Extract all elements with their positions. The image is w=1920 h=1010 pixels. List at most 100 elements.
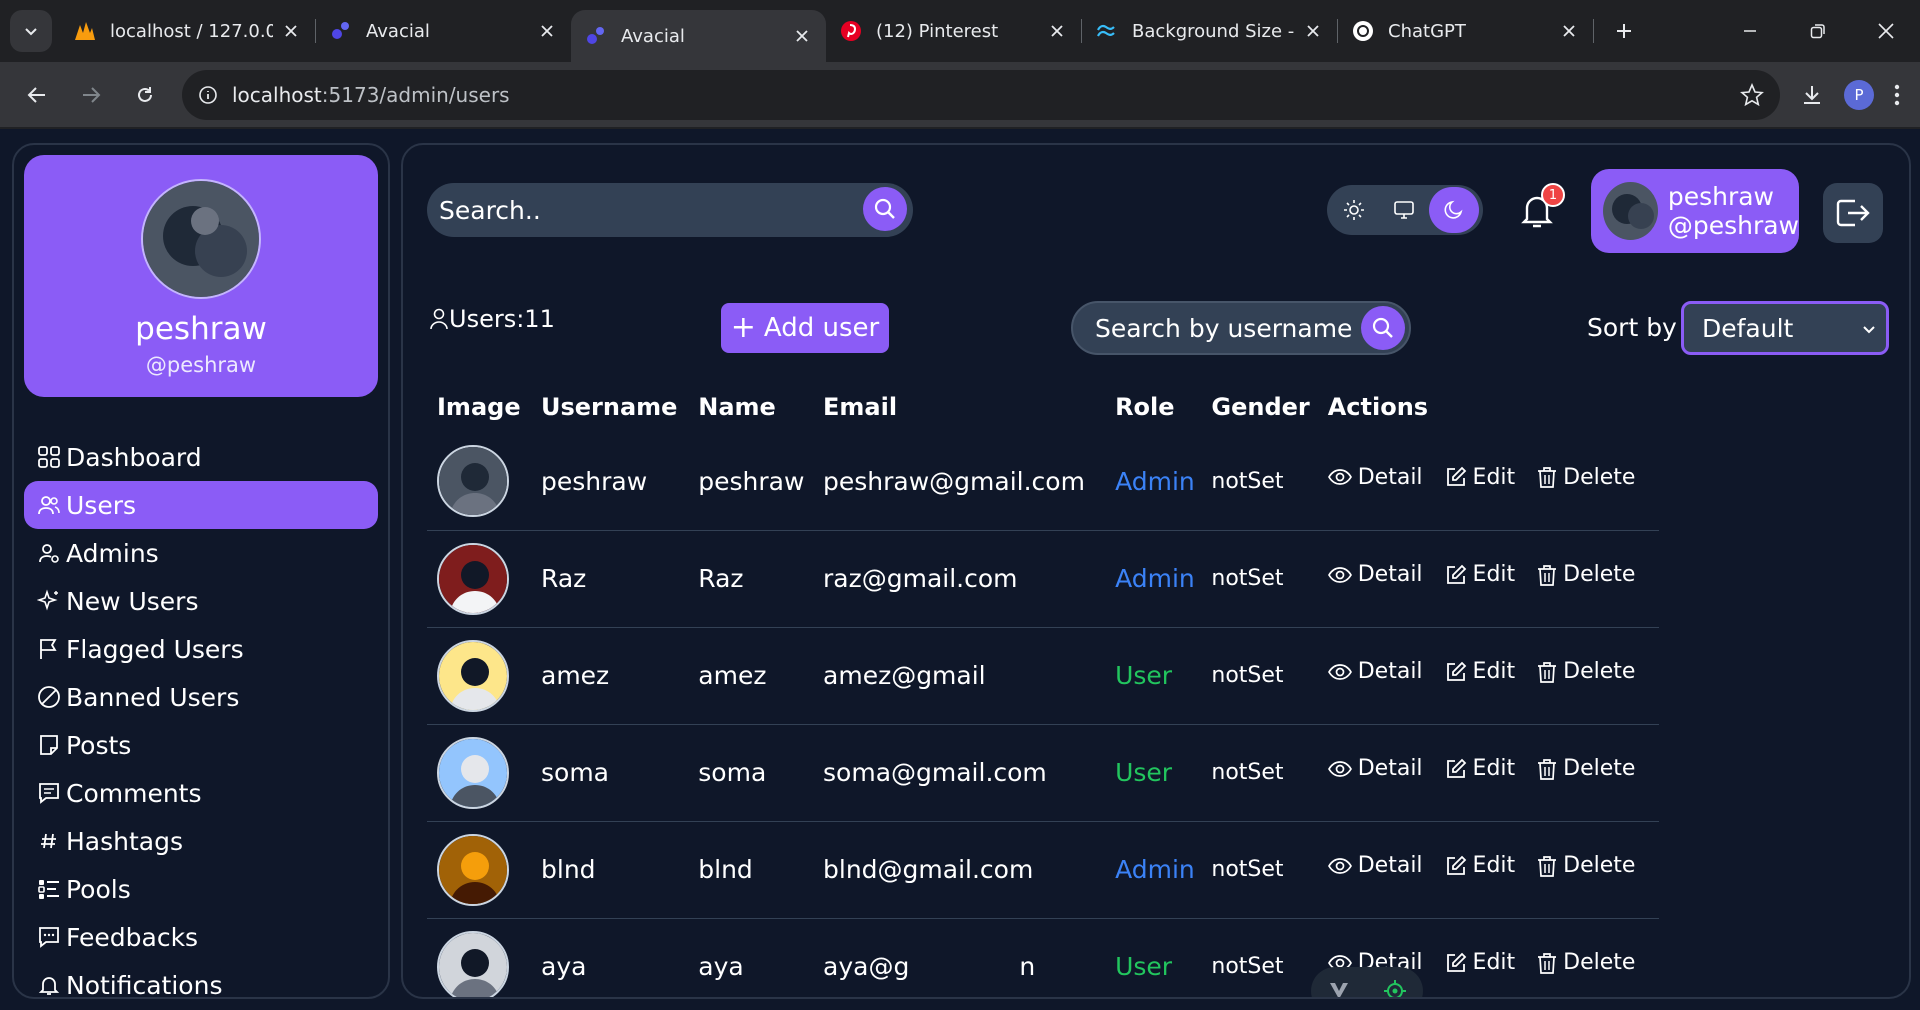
detail-button[interactable]: Detail (1327, 465, 1423, 490)
admins-icon (36, 540, 62, 566)
sidebar-item-users[interactable]: Users (24, 481, 378, 529)
reload-icon (138, 86, 152, 102)
name-cell: soma (688, 724, 814, 822)
sidebar-item-flagged-users[interactable]: Flagged Users (24, 625, 378, 673)
bookmark-star-icon[interactable] (1740, 82, 1764, 107)
reload-button[interactable] (122, 72, 168, 118)
sidebar-item-hashtags[interactable]: Hashtags (24, 817, 378, 865)
edit-icon (1446, 661, 1466, 681)
edit-button[interactable]: Edit (1445, 659, 1516, 684)
address-bar[interactable]: localhost:5173/admin/users (182, 69, 1780, 120)
close-icon[interactable] (281, 21, 301, 41)
sidebar-item-posts[interactable]: Posts (24, 721, 378, 769)
delete-label: Delete (1563, 562, 1636, 587)
light-theme-button[interactable] (1329, 187, 1379, 233)
sidebar-item-label: Feedbacks (66, 922, 199, 952)
edit-button[interactable]: Edit (1445, 756, 1516, 781)
browser-tab[interactable]: Avacial (316, 0, 571, 62)
name-cell: peshraw (688, 433, 814, 531)
tab-title: ChatGPT (1388, 20, 1466, 42)
search-icon (1372, 317, 1393, 338)
edit-button[interactable]: Edit (1445, 562, 1515, 587)
phpmyadmin-icon (74, 20, 96, 42)
header-search-button[interactable] (863, 187, 907, 231)
back-button[interactable] (14, 72, 60, 118)
inspect-target-icon[interactable] (1383, 979, 1407, 999)
username-search-button[interactable] (1361, 306, 1405, 350)
email-text: blnd@gmail.com (823, 855, 1034, 884)
sidebar-item-comments[interactable]: Comments (24, 769, 378, 817)
system-theme-button[interactable] (1379, 187, 1429, 233)
arrow-left-icon (27, 86, 45, 103)
close-icon[interactable] (1303, 21, 1323, 41)
restore-button[interactable] (1784, 0, 1852, 62)
tab-separator (1593, 19, 1594, 43)
edit-button[interactable]: Edit (1445, 465, 1515, 490)
browser-tab[interactable]: ChatGPT (1338, 0, 1593, 62)
avatar (437, 736, 509, 809)
trash-icon (1538, 467, 1557, 489)
dark-theme-button[interactable] (1429, 187, 1479, 233)
browser-tab[interactable]: (12) Pinterest (826, 0, 1081, 62)
browser-tab-active[interactable]: Avacial (571, 10, 826, 62)
add-user-button[interactable]: + Add user (721, 303, 889, 353)
tab-search-button[interactable] (10, 10, 52, 52)
sidebar-item-new-users[interactable]: New Users (24, 577, 378, 625)
ban-icon (36, 684, 62, 710)
edit-label: Edit (1472, 659, 1516, 684)
detail-button[interactable]: Detail (1327, 853, 1423, 878)
edit-label: Edit (1472, 756, 1516, 781)
sidebar-item-admins[interactable]: Admins (24, 529, 378, 577)
browser-tab[interactable]: Background Size - (1082, 0, 1337, 62)
delete-button[interactable]: Delete (1537, 756, 1635, 781)
delete-button[interactable]: Delete (1537, 853, 1635, 878)
vue-devtools-icon[interactable] (1328, 981, 1350, 999)
sidebar-item-feedbacks[interactable]: Feedbacks (24, 913, 378, 961)
sidebar-profile-card[interactable]: peshraw @peshraw (24, 155, 378, 397)
notifications-button[interactable]: 1 (1519, 183, 1565, 235)
username-search-placeholder: Search by username (1095, 313, 1353, 343)
close-icon[interactable] (1559, 21, 1579, 41)
username-search-input[interactable]: Search by username (1071, 301, 1411, 355)
close-icon[interactable] (1047, 21, 1067, 41)
eye-icon (1327, 760, 1352, 777)
sidebar-item-banned-users[interactable]: Banned Users (24, 673, 378, 721)
header-profile-chip[interactable]: peshraw @peshraw (1591, 169, 1799, 253)
user-image-cell (427, 530, 531, 628)
close-icon[interactable] (537, 21, 557, 41)
sidebar-item-pools[interactable]: Pools (24, 865, 378, 913)
edit-label: Edit (1472, 853, 1516, 878)
more-vert-icon[interactable] (1894, 84, 1900, 106)
sort-select[interactable]: Default (1681, 301, 1889, 355)
download-icon[interactable] (1800, 83, 1824, 107)
browser-tab[interactable]: localhost / 127.0.0 (60, 0, 315, 62)
delete-button[interactable]: Delete (1537, 465, 1635, 490)
email-cell: blnd@gmail.com (813, 821, 1106, 919)
tab-title: localhost / 127.0.0 (110, 20, 273, 42)
avatar (437, 833, 509, 906)
actions-cell: Detail Edit Delete (1317, 433, 1659, 531)
delete-button[interactable]: Delete (1537, 562, 1635, 587)
detail-button[interactable]: Detail (1327, 562, 1423, 587)
detail-button[interactable]: Detail (1327, 756, 1423, 781)
delete-button[interactable]: Delete (1537, 950, 1635, 975)
browser-profile-avatar[interactable]: P (1844, 79, 1874, 110)
close-window-button[interactable] (1852, 0, 1920, 62)
edit-button[interactable]: Edit (1445, 853, 1516, 878)
sidebar-menu: Dashboard Users Admins New Users Flagged… (14, 433, 388, 997)
new-tab-button[interactable] (1604, 11, 1644, 51)
detail-button[interactable]: Detail (1327, 659, 1423, 684)
sun-icon (1344, 200, 1364, 220)
email-cell: amez@gmail (813, 627, 1106, 725)
delete-button[interactable]: Delete (1537, 659, 1635, 684)
logout-button[interactable] (1823, 183, 1883, 243)
sidebar-item-dashboard[interactable]: Dashboard (24, 433, 378, 481)
search-icon (874, 198, 895, 219)
edit-button[interactable]: Edit (1445, 950, 1515, 975)
close-icon[interactable] (792, 26, 812, 46)
minimize-button[interactable] (1716, 0, 1784, 62)
info-icon[interactable] (198, 85, 218, 105)
header-search-input[interactable]: Search.. (427, 183, 913, 237)
forward-button[interactable] (68, 72, 114, 118)
sidebar-item-notifications[interactable]: Notifications (24, 961, 378, 997)
